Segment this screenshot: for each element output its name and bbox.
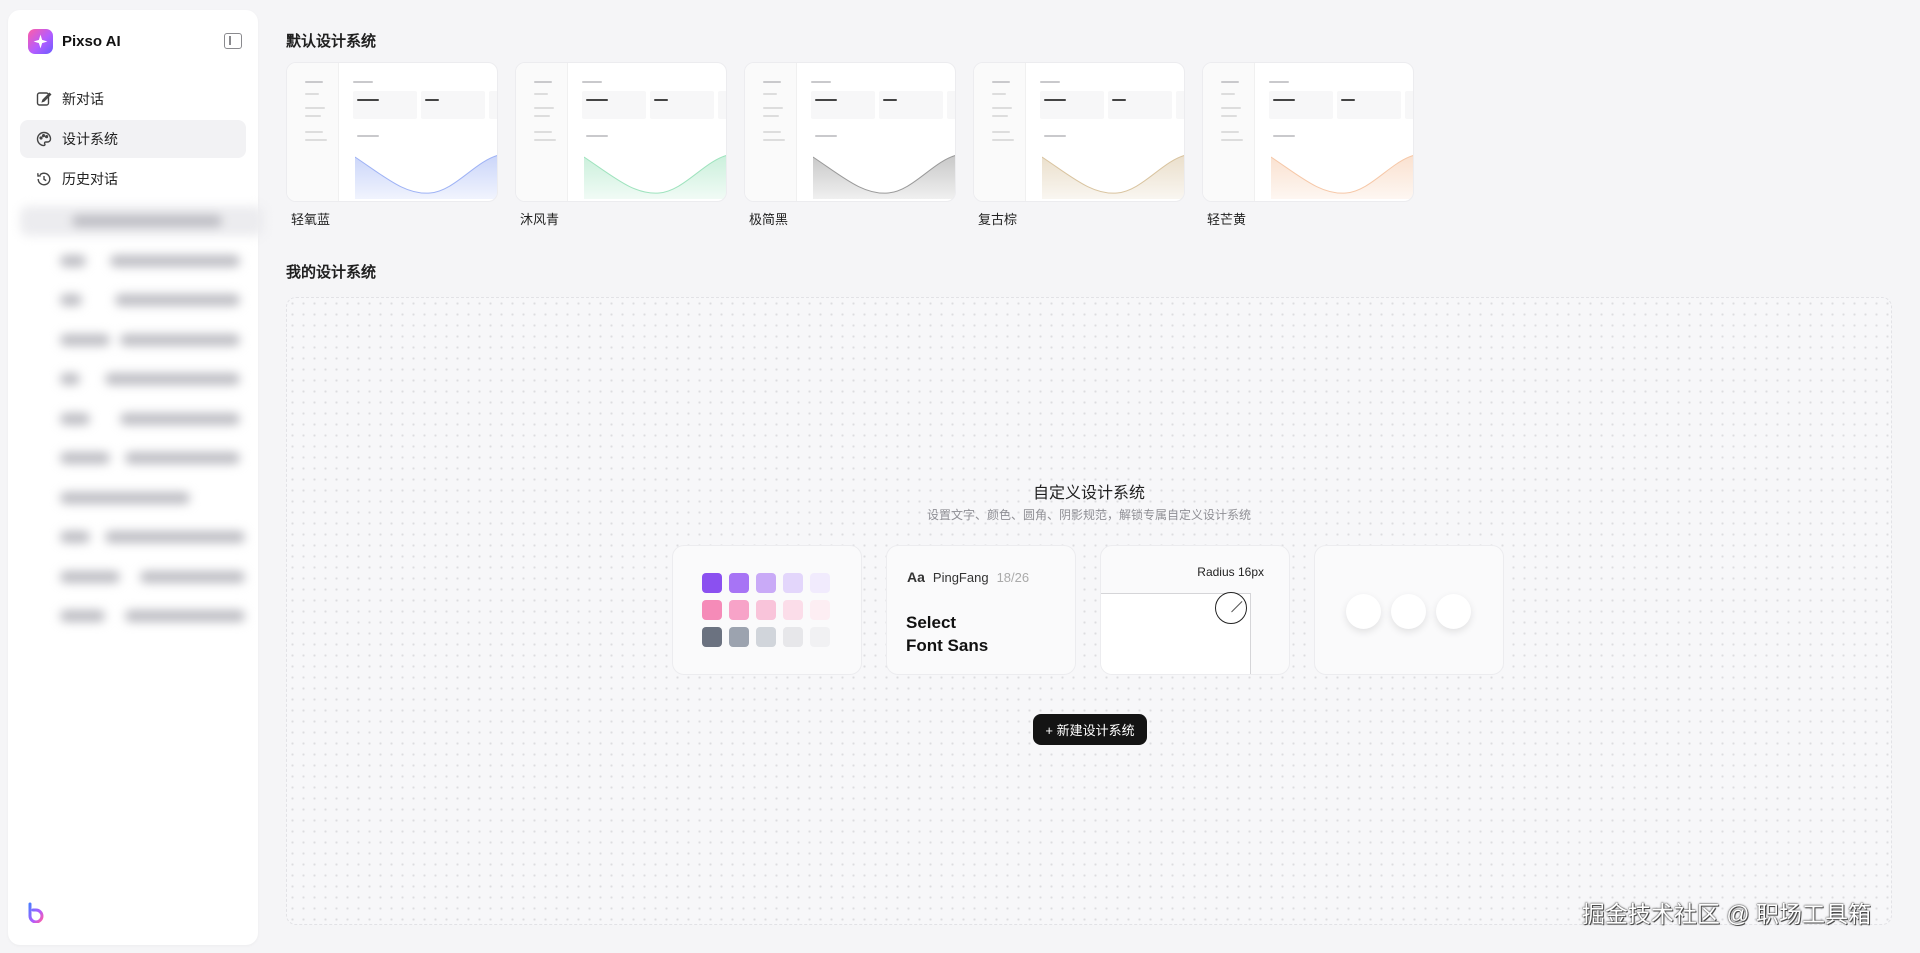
sidebar-item-label: 新对话 xyxy=(62,91,104,107)
color-swatch xyxy=(702,627,722,647)
template-card[interactable]: 轻氧蓝 xyxy=(286,62,498,228)
template-label: 沐风青 xyxy=(520,212,560,227)
sidebar-item-design-system[interactable]: 设计系统 xyxy=(20,120,246,158)
template-thumbnail xyxy=(515,62,727,202)
history-item[interactable] xyxy=(20,364,264,394)
sidebar-toggle-icon[interactable] xyxy=(224,33,242,49)
color-swatch xyxy=(702,600,722,620)
app-name: Pixso AI xyxy=(62,33,121,50)
font-name: PingFang xyxy=(932,570,989,585)
font-aa-icon: Aa xyxy=(907,569,925,585)
history-item[interactable] xyxy=(20,206,264,236)
custom-system-title: 自定义设计系统 xyxy=(1032,485,1145,502)
radius-card: Radius 16px xyxy=(1100,545,1290,675)
color-swatch xyxy=(810,600,830,620)
color-card xyxy=(672,545,862,675)
history-icon xyxy=(36,171,52,187)
pixso-logo-icon xyxy=(28,29,53,54)
radius-gauge-icon xyxy=(1215,592,1247,624)
template-card[interactable]: 极简黑 xyxy=(744,62,956,228)
color-swatch xyxy=(756,627,776,647)
history-item[interactable] xyxy=(20,601,264,631)
color-swatch xyxy=(756,573,776,593)
template-label: 极简黑 xyxy=(749,212,789,227)
sidebar-item-history[interactable]: 历史对话 xyxy=(20,160,246,198)
history-item[interactable] xyxy=(20,483,264,513)
sidebar-item-new-chat[interactable]: 新对话 xyxy=(20,80,246,118)
template-thumbnail xyxy=(1202,62,1414,202)
template-thumbnail xyxy=(744,62,956,202)
color-swatch xyxy=(729,600,749,620)
color-swatch xyxy=(810,573,830,593)
brand[interactable]: Pixso AI xyxy=(28,29,121,54)
my-systems-title: 我的设计系统 xyxy=(286,264,377,281)
font-card: Aa PingFang 18/26 Select Font Sans xyxy=(886,545,1076,675)
sidebar-item-label: 历史对话 xyxy=(62,171,118,187)
sidebar-nav: 新对话 设计系统 历史对话 xyxy=(20,80,246,200)
history-item[interactable] xyxy=(20,404,264,434)
custom-system-subtitle: 设置文字、颜色、圆角、阴影规范，解锁专属自定义设计系统 xyxy=(926,508,1251,522)
color-swatch xyxy=(783,573,803,593)
color-swatch xyxy=(702,573,722,593)
template-card[interactable]: 沐风青 xyxy=(515,62,727,228)
color-swatch xyxy=(756,600,776,620)
palette-icon xyxy=(36,131,52,147)
watermark: 掘金技术社区 @ 职场工具箱 xyxy=(1581,901,1871,927)
color-swatch xyxy=(729,573,749,593)
history-item[interactable] xyxy=(20,443,264,473)
feature-cards: Aa PingFang 18/26 Select Font Sans Radiu… xyxy=(672,545,1504,675)
font-demo-line: Font Sans xyxy=(906,636,989,655)
template-card[interactable]: 轻芒黄 xyxy=(1202,62,1414,228)
sidebar-item-label: 设计系统 xyxy=(62,131,118,147)
template-card[interactable]: 复古棕 xyxy=(973,62,1185,228)
template-thumbnail xyxy=(973,62,1185,202)
template-label: 轻芒黄 xyxy=(1207,212,1247,227)
template-thumbnail xyxy=(286,62,498,202)
radius-label: Radius 16px xyxy=(1197,565,1264,579)
history-list-blurred xyxy=(20,206,264,641)
font-demo-line: Select xyxy=(906,613,957,632)
history-item[interactable] xyxy=(20,285,264,315)
color-swatches xyxy=(702,573,830,647)
color-swatch xyxy=(729,627,749,647)
new-design-system-button[interactable]: + 新建设计系统 xyxy=(1033,714,1147,745)
edit-icon xyxy=(36,91,52,107)
shadow-sample xyxy=(1346,594,1381,629)
main-content: 默认设计系统 轻氧蓝 沐风青 极简黑 复古棕 轻芒黄 我的设计系统 自定义设计系统 设置… xyxy=(286,0,1896,953)
font-size: 18/26 xyxy=(996,570,1030,585)
default-systems-title: 默认设计系统 xyxy=(286,33,377,50)
shadow-sample xyxy=(1436,594,1471,629)
history-item[interactable] xyxy=(20,246,264,276)
color-swatch xyxy=(783,600,803,620)
my-systems-area: 自定义设计系统 设置文字、颜色、圆角、阴影规范，解锁专属自定义设计系统 Aa P… xyxy=(286,297,1892,925)
history-item[interactable] xyxy=(20,325,264,355)
default-systems-list: 轻氧蓝 沐风青 极简黑 复古棕 轻芒黄 xyxy=(286,62,1414,228)
history-item[interactable] xyxy=(20,522,264,552)
sidebar: Pixso AI 新对话 设计系统 历史对话 xyxy=(8,10,264,945)
history-item[interactable] xyxy=(20,562,264,592)
template-label: 轻氧蓝 xyxy=(291,212,331,227)
shadow-card xyxy=(1314,545,1504,675)
shadow-sample xyxy=(1391,594,1426,629)
app-footer-logo-icon[interactable] xyxy=(26,901,48,924)
color-swatch xyxy=(810,627,830,647)
color-swatch xyxy=(783,627,803,647)
template-label: 复古棕 xyxy=(978,212,1018,227)
